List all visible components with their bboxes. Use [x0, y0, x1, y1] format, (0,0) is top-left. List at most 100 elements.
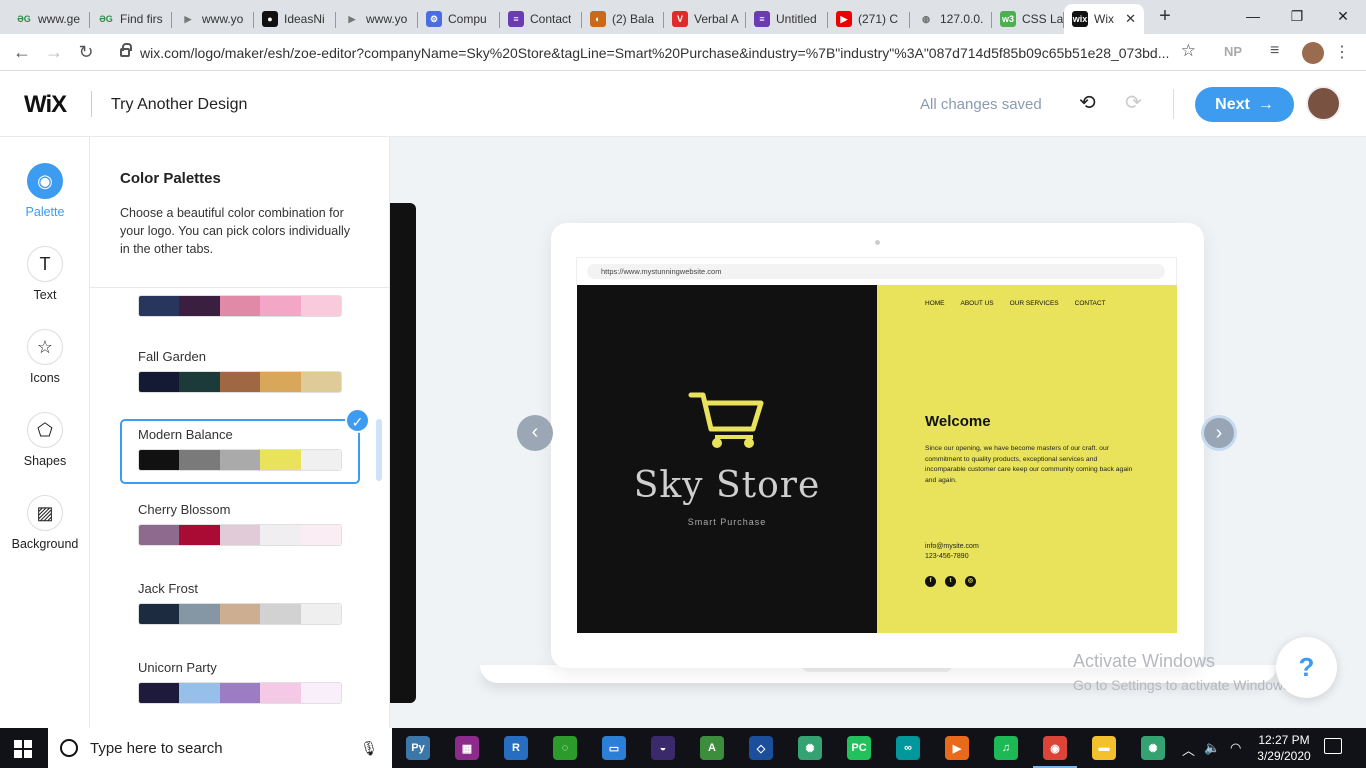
address-url[interactable]: wix.com/logo/maker/esh/zoe-editor?compan… — [140, 45, 1180, 61]
try-another-design-link[interactable]: Try Another Design — [111, 96, 247, 114]
palette-option[interactable]: Jack Frost — [138, 581, 342, 625]
windows-start-icon[interactable] — [14, 740, 32, 758]
minimize-button[interactable]: — — [1230, 0, 1276, 34]
spotify-icon[interactable]: ♫ — [994, 736, 1018, 760]
previous-design-button[interactable]: ‹ — [517, 415, 553, 451]
globe-icon: ◍ — [922, 13, 930, 24]
user-avatar[interactable] — [1306, 86, 1341, 121]
atom-icon[interactable]: ✺ — [798, 736, 822, 760]
wifi-icon[interactable]: ◠ — [1230, 740, 1241, 756]
browser-tab[interactable]: ⚙ Compu — [418, 4, 500, 34]
tray-chevron-icon[interactable]: ︿ — [1182, 740, 1195, 759]
atom2-icon[interactable]: ✺ — [1141, 736, 1165, 760]
eclipse-icon[interactable]: ◒ — [651, 736, 675, 760]
profile-avatar[interactable] — [1302, 42, 1324, 64]
next-button[interactable]: Next → — [1195, 87, 1294, 122]
notification-center-icon[interactable] — [1324, 738, 1342, 754]
help-button[interactable]: ? — [1276, 637, 1337, 698]
chrome-icon[interactable]: ◉ — [1033, 736, 1077, 768]
microphone-icon[interactable]: 🎙 — [360, 740, 378, 757]
media-queue-icon[interactable]: ≡ — [1270, 42, 1279, 60]
windows-taskbar: Type here to search 🎙 Py ▦ R ◌ ▭ ◒ A ◇ ✺ PC ∞ ▶ ♫ ◉ ▬ ✺… — [0, 728, 1366, 768]
close-window-button[interactable]: ✕ — [1320, 0, 1366, 34]
palette-option[interactable] — [138, 295, 342, 317]
extension-np[interactable]: NP — [1224, 44, 1242, 59]
browser-tab[interactable]: ▶ (271) C — [828, 4, 910, 34]
tool-icons[interactable]: ☆ Icons — [0, 329, 90, 385]
color-swatch — [139, 372, 180, 392]
next-design-button[interactable]: › — [1201, 415, 1237, 451]
text-icon: T — [27, 246, 63, 282]
tool-palette[interactable]: ◉ Palette — [0, 163, 90, 219]
mockup-social-icons: f t ◎ — [925, 576, 976, 587]
redo-icon[interactable]: ⟳ — [1125, 90, 1142, 115]
browser-tab[interactable]: ≡ Contact — [500, 4, 582, 34]
address-bar[interactable]: wix.com/logo/maker/esh/zoe-editor?compan… — [112, 38, 1208, 67]
circle-app-icon[interactable]: ◌ — [553, 736, 577, 760]
browser-menu-icon[interactable]: ⋮ — [1334, 42, 1350, 62]
browser-tab-title: Contact — [530, 12, 572, 26]
python-icon[interactable]: Py — [406, 736, 430, 760]
palette-swatches — [138, 371, 342, 393]
restore-button[interactable]: ❐ — [1274, 0, 1320, 34]
virtualbox-icon[interactable]: ◇ — [749, 736, 773, 760]
taskbar-clock[interactable]: 12:27 PM 3/29/2020 — [1254, 732, 1314, 764]
wix-logo[interactable]: WiX — [24, 91, 67, 119]
taskbar-search-placeholder[interactable]: Type here to search — [90, 740, 223, 757]
mockup-brand-name: Sky Store — [633, 465, 821, 506]
browser-tab[interactable]: ◐ (2) Bala — [582, 4, 664, 34]
pycharm-icon[interactable]: PC — [847, 736, 871, 760]
close-tab-icon[interactable]: ✕ — [1125, 11, 1136, 27]
browser-tab[interactable]: wix Wix ✕ — [1064, 4, 1144, 34]
browser-tab[interactable]: ▶ www.yo — [336, 4, 418, 34]
mockup-website: Sky Store Smart Purchase HOME ABOUT US OUR… — [577, 285, 1177, 633]
browser-tab[interactable]: ƏG Find firs — [90, 4, 172, 34]
mockup-email: info@mysite.com — [925, 543, 979, 550]
browser-tab[interactable]: V Verbal A — [664, 4, 746, 34]
selected-palette-outline — [120, 419, 360, 484]
gfg-icon: ƏG — [99, 14, 113, 24]
tool-text[interactable]: T Text — [0, 246, 90, 302]
display-icon[interactable]: ▭ — [602, 736, 626, 760]
tool-label: Text — [33, 288, 57, 302]
back-icon[interactable]: ← — [10, 40, 34, 64]
palette-option[interactable]: Unicorn Party — [138, 660, 342, 704]
palette-option[interactable]: Fall Garden — [138, 349, 342, 393]
browser-tab-title: 127.0.0. — [940, 12, 984, 26]
bookmark-star-icon[interactable]: ☆ — [1181, 41, 1196, 61]
tool-background[interactable]: ▨ Background — [0, 495, 90, 551]
reload-icon[interactable]: ↻ — [74, 40, 98, 64]
cortana-icon — [60, 739, 78, 757]
browser-tab[interactable]: ◍ 127.0.0. — [910, 4, 992, 34]
browser-tab[interactable]: ƏG www.ge — [8, 4, 90, 34]
color-swatch — [300, 683, 341, 703]
undo-icon[interactable]: ⟲ — [1079, 90, 1096, 115]
palette-icon: ◉ — [27, 163, 63, 199]
forward-icon[interactable]: → — [42, 40, 66, 64]
header-divider-2 — [1173, 89, 1174, 119]
mockup-logo-panel: Sky Store Smart Purchase — [577, 285, 877, 633]
winrar-icon[interactable]: ▦ — [455, 736, 479, 760]
arduino-icon[interactable]: ∞ — [896, 736, 920, 760]
palette-option[interactable]: Cherry Blossom — [138, 502, 342, 546]
youtube-icon: ▶ — [836, 11, 852, 27]
browser-tab[interactable]: ● IdeasNi — [254, 4, 336, 34]
browser-tab[interactable]: w3 CSS Lay — [992, 4, 1064, 34]
android-studio-icon[interactable]: A — [700, 736, 724, 760]
taskbar-search[interactable]: Type here to search 🎙 — [48, 728, 392, 768]
browser-tab[interactable]: ≡ Untitled — [746, 4, 828, 34]
volume-icon[interactable]: 🔈 — [1204, 740, 1220, 756]
logo-preview-area: https://www.mystunningwebsite.com Sky St… — [390, 137, 1366, 728]
panel-scrollbar[interactable] — [376, 419, 382, 481]
tool-label: Icons — [30, 371, 60, 385]
file-explorer-icon[interactable]: ▬ — [1092, 736, 1116, 760]
media-player-icon[interactable]: ▶ — [945, 736, 969, 760]
mockup-tagline: Smart Purchase — [687, 517, 767, 527]
browser-tab-title: www.yo — [202, 12, 244, 26]
instagram-icon: ◎ — [965, 576, 976, 587]
previous-mockup-edge — [390, 203, 416, 703]
r-icon[interactable]: R — [504, 736, 528, 760]
new-tab-button[interactable]: + — [1154, 6, 1176, 28]
tool-shapes[interactable]: ⬠ Shapes — [0, 412, 90, 468]
browser-tab[interactable]: ▶ www.yo — [172, 4, 254, 34]
